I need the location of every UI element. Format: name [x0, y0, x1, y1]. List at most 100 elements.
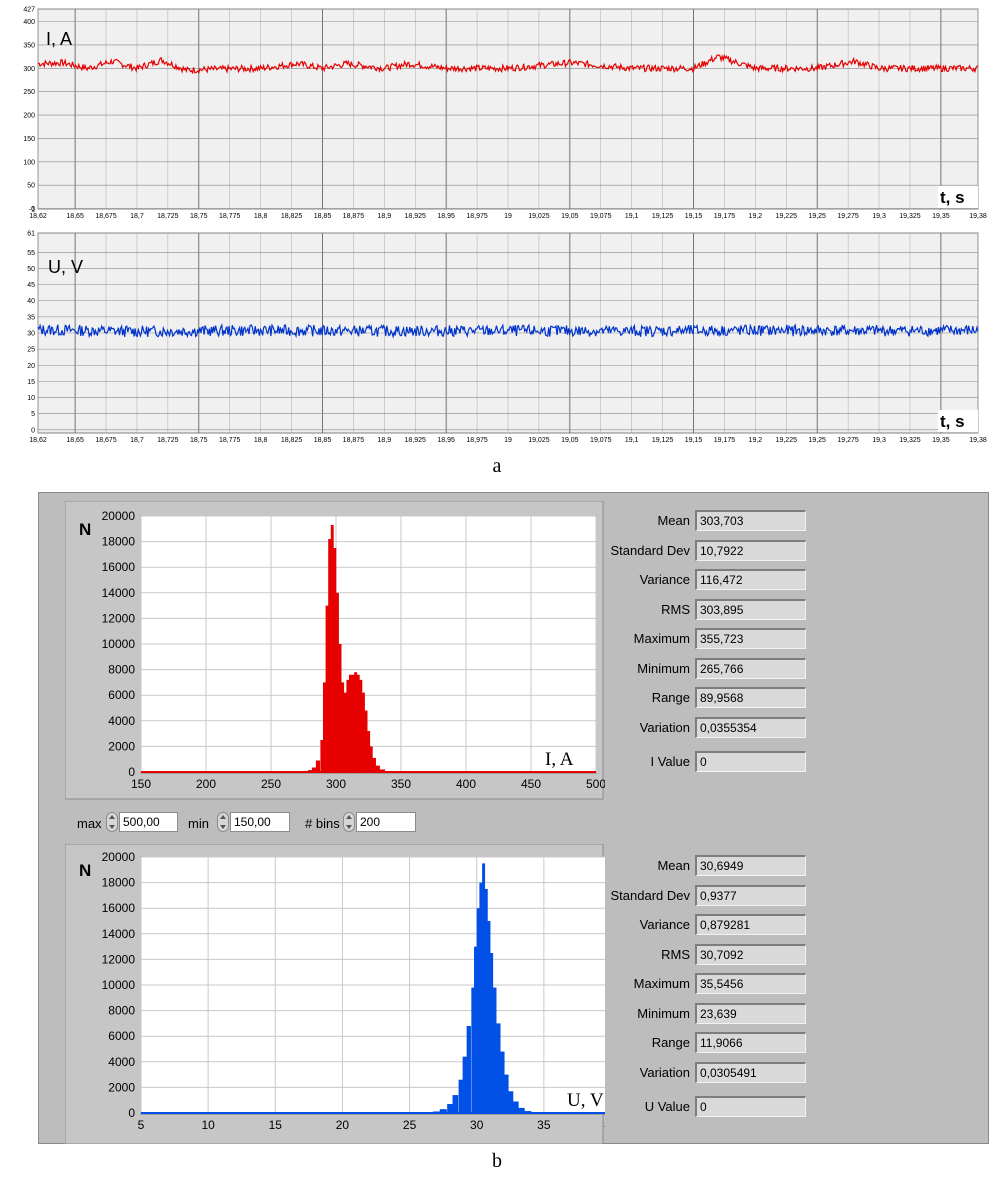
- x-tick-label: 19,1: [625, 437, 639, 444]
- stat-label: Variation: [639, 1064, 690, 1080]
- x-tick-label: 19,125: [652, 213, 674, 220]
- x-tick-label: 19,05: [561, 213, 579, 220]
- histogram-bar: [343, 692, 347, 772]
- x-tick-label: 18,825: [281, 437, 303, 444]
- histogram-bar: [482, 863, 486, 1113]
- y-tick-label: 8000: [108, 663, 135, 677]
- x-tick-label: 35: [537, 1118, 551, 1132]
- histogram-bar: [336, 592, 339, 772]
- stat-value: 0,0305491: [695, 1061, 806, 1083]
- stat-label: Standard Dev: [610, 542, 691, 558]
- x-tick-label: 18,775: [219, 437, 241, 444]
- stat-value: 355,723: [695, 628, 806, 649]
- x-tick-label: 18,62: [29, 213, 47, 220]
- x-tick-label: 18,85: [314, 213, 332, 220]
- histogram-bar: [346, 679, 350, 772]
- y-tick-label: 6000: [108, 1029, 135, 1043]
- x-tick-label: 10: [201, 1118, 215, 1132]
- x-tick-label: 19,325: [899, 213, 921, 220]
- y-tick-label: 50: [27, 183, 35, 190]
- x-tick-label: 18,7: [130, 437, 144, 444]
- histogram-bar: [371, 757, 376, 772]
- x-tick-label: 19,275: [837, 213, 859, 220]
- bins-spinner[interactable]: [343, 812, 355, 832]
- x-tick-label: 19,15: [685, 437, 703, 444]
- y-tick-label: 10: [27, 395, 35, 402]
- y-tick-label: 5: [31, 411, 35, 418]
- y-tick-label: 12000: [102, 611, 136, 625]
- stat-label: Minimum: [637, 660, 690, 676]
- x-tick-label: 19,325: [899, 437, 921, 444]
- y-tick-label: 10000: [102, 637, 136, 651]
- stat-value: 0,879281: [695, 914, 806, 935]
- x-tick-label: 500: [586, 777, 605, 791]
- bins-input[interactable]: [356, 812, 416, 832]
- x-tick-label: 150: [131, 777, 151, 791]
- x-tick-label: 18,825: [281, 213, 303, 220]
- y-tick-label: 55: [27, 250, 35, 257]
- x-tick-label: 18,775: [219, 213, 241, 220]
- stat-label: RMS: [661, 601, 690, 617]
- stat-value: 303,703: [695, 510, 806, 531]
- current-histogram: 0200040006000800010000120001400016000180…: [65, 501, 605, 800]
- x-tick-label: 18,8: [254, 213, 268, 220]
- x-tick-label: 25: [403, 1118, 417, 1132]
- stat-label: Variance: [639, 917, 690, 932]
- stat-label: Maximum: [633, 631, 690, 646]
- stat-value: 0: [695, 1096, 806, 1117]
- x-tick-label: 19,38: [969, 437, 987, 444]
- histogram-bar: [474, 946, 478, 1113]
- x-tick-label: 19,225: [776, 213, 798, 220]
- stat-value: 89,9568: [695, 687, 806, 708]
- x-tick-label: 40: [604, 1118, 605, 1132]
- x-tick-label: 19,25: [808, 213, 826, 220]
- histogram-bar: [479, 882, 483, 1113]
- max-label: max: [77, 816, 102, 831]
- y-tick-label: 61: [27, 231, 35, 238]
- y-tick-label: 14000: [102, 927, 136, 941]
- stat-value: 30,7092: [695, 943, 806, 965]
- figure-a-caption: a: [492, 455, 502, 477]
- x-tick-label: 250: [261, 777, 281, 791]
- x-tick-label: 18,62: [29, 437, 47, 444]
- x-tick-label: 18,7: [130, 213, 144, 220]
- x-tick-label: 350: [391, 777, 411, 791]
- histogram-bar: [364, 710, 368, 772]
- x-tick-label: 19,075: [590, 437, 612, 444]
- y-tick-label: 350: [23, 42, 35, 49]
- histogram-bar: [354, 672, 358, 772]
- histogram-bar: [507, 1091, 514, 1113]
- min-input[interactable]: [230, 812, 290, 832]
- y-tick-label: 15: [27, 379, 35, 386]
- stat-value: 116,472: [695, 569, 806, 590]
- histogram-bar: [500, 1051, 505, 1113]
- x-tick-label: 18,95: [437, 437, 455, 444]
- x-tick-label: 19,075: [590, 213, 612, 220]
- stat-label: Mean: [657, 513, 690, 528]
- x-tick-label: 5: [138, 1118, 145, 1132]
- y-tick-label: 14000: [102, 586, 136, 600]
- x-tick-label: 18,65: [66, 213, 84, 220]
- histogram-bar: [458, 1079, 463, 1113]
- y-tick-label: 16000: [102, 901, 136, 915]
- statistics-panel: 0 2000 4000 6000 8000 10000 12000 14000 16000 180…: [38, 492, 989, 1144]
- histogram-bar: [362, 692, 365, 772]
- y-tick-label: 100: [23, 159, 35, 166]
- y-tick-label: 25: [27, 347, 35, 354]
- max-input[interactable]: [119, 812, 178, 832]
- x-tick-label: 19,1: [625, 213, 639, 220]
- max-spinner[interactable]: [106, 812, 118, 832]
- min-label: min: [188, 816, 209, 831]
- y-tick-label: 16000: [102, 560, 136, 574]
- stat-value: 23,639: [695, 1002, 806, 1024]
- x-tick-label: 30: [470, 1118, 484, 1132]
- y-tick-label: 2000: [108, 739, 135, 753]
- x-tick-label: 200: [196, 777, 216, 791]
- y-tick-label: 2000: [108, 1080, 135, 1094]
- x-tick-label: 18,8: [254, 437, 268, 444]
- min-spinner[interactable]: [217, 812, 229, 832]
- stat-label: Variance: [639, 572, 690, 587]
- voltage-hist-ylabel: N: [79, 861, 91, 880]
- y-tick-label: 250: [23, 89, 35, 96]
- histogram-bar: [351, 674, 355, 772]
